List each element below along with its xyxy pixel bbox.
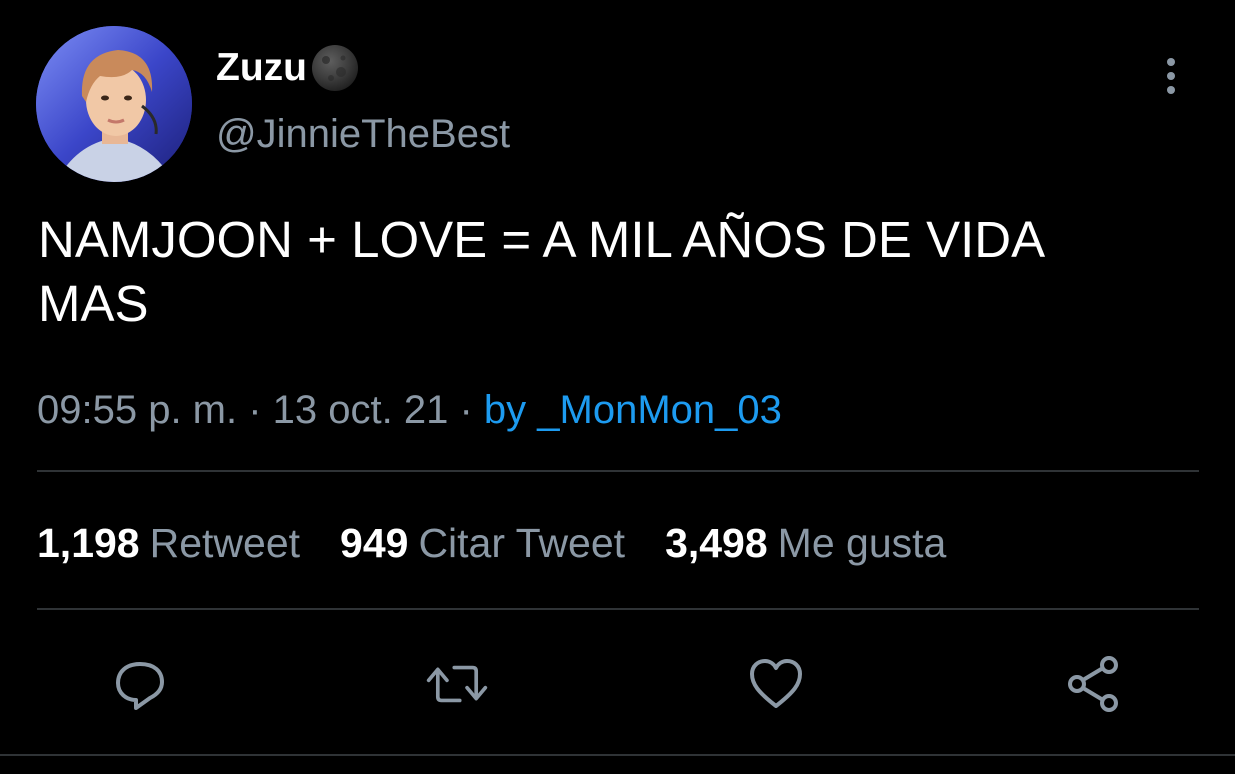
share-button[interactable] bbox=[1062, 652, 1126, 716]
tweet-time: 09:55 p. m. bbox=[37, 388, 238, 432]
more-options-button[interactable] bbox=[1158, 56, 1184, 96]
meta-separator: · bbox=[237, 388, 273, 432]
divider bbox=[37, 470, 1199, 472]
tweet-meta: 09:55 p. m. · 13 oct. 21 · by _MonMon_03 bbox=[37, 386, 782, 434]
avatar[interactable] bbox=[36, 26, 192, 182]
retweet-stat[interactable]: 1,198 Retweet bbox=[37, 518, 300, 568]
quote-tweet-count: 949 bbox=[340, 520, 409, 566]
heart-icon bbox=[750, 659, 802, 708]
tweet-source-link[interactable]: by _MonMon_03 bbox=[484, 388, 782, 432]
share-icon bbox=[1068, 656, 1118, 712]
divider bbox=[37, 608, 1199, 610]
new-moon-emoji-icon bbox=[311, 45, 358, 91]
retweet-button[interactable] bbox=[425, 652, 489, 716]
meta-separator: · bbox=[448, 388, 484, 432]
user-handle[interactable]: @JinnieTheBest bbox=[216, 110, 510, 158]
like-stat[interactable]: 3,498 Me gusta bbox=[665, 518, 946, 568]
quote-tweet-stat[interactable]: 949 Citar Tweet bbox=[340, 518, 625, 568]
retweet-count: 1,198 bbox=[37, 520, 140, 566]
reply-button[interactable] bbox=[108, 652, 172, 716]
display-name-text: Zuzu bbox=[216, 46, 307, 89]
avatar-image bbox=[36, 26, 192, 182]
tweet-text: NAMJOON + LOVE = A MIL AÑOS DE VIDA MAS bbox=[38, 208, 1198, 336]
like-count: 3,498 bbox=[665, 520, 768, 566]
like-button[interactable] bbox=[744, 652, 808, 716]
tweet-stats: 1,198 Retweet 949 Citar Tweet 3,498 Me gust… bbox=[37, 518, 986, 568]
tweet-text-line-1: NAMJOON + LOVE = A MIL AÑOS DE VIDA bbox=[38, 211, 1046, 268]
tweet-text-line-2: MAS bbox=[38, 275, 149, 332]
divider bbox=[0, 754, 1235, 756]
tweet-detail: Zuzu @JinnieTheBest NAMJOON + LOVE = A M… bbox=[0, 0, 1235, 774]
retweet-label: Retweet bbox=[149, 520, 301, 566]
like-label: Me gusta bbox=[777, 520, 947, 566]
retweet-icon bbox=[426, 665, 488, 703]
quote-tweet-label: Citar Tweet bbox=[418, 520, 626, 566]
tweet-date: 13 oct. 21 bbox=[272, 388, 449, 432]
reply-icon bbox=[116, 662, 164, 710]
more-vertical-icon bbox=[1167, 58, 1175, 94]
display-name[interactable]: Zuzu bbox=[216, 42, 361, 94]
